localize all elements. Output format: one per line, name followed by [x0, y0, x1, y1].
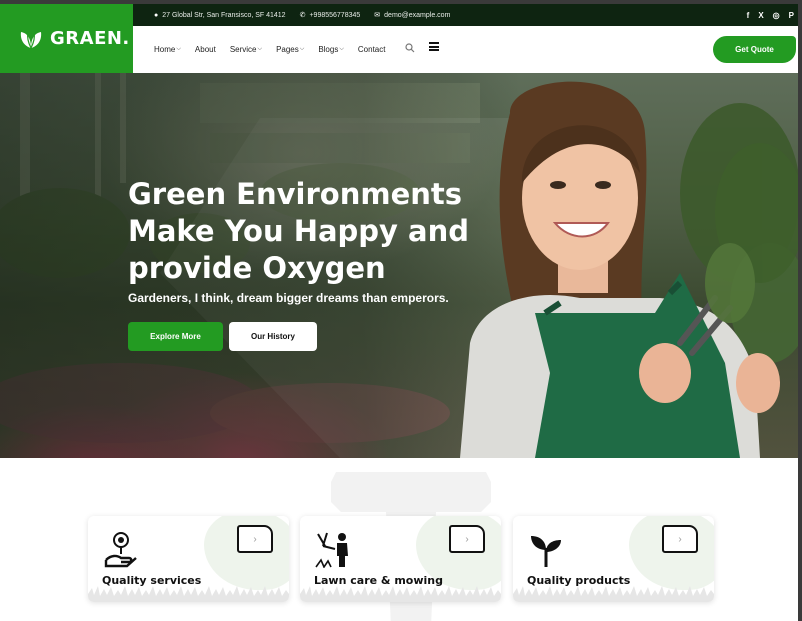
arrow-right-button[interactable]: › — [662, 525, 698, 553]
logo[interactable]: GRAEN. — [0, 4, 133, 73]
get-quote-button[interactable]: Get Quote — [713, 36, 796, 63]
email-item[interactable]: ✉ demo@example.com — [374, 11, 450, 20]
nav-item-service[interactable]: Service ⌵ — [230, 45, 262, 54]
hero-subtitle: Gardeners, I think, dream bigger dreams … — [128, 291, 449, 305]
gardener-woman-photo — [460, 81, 798, 458]
our-history-button[interactable]: Our History — [229, 322, 317, 351]
address-text: 27 Global Str, San Fransisco, SF 41412 — [162, 11, 286, 19]
hero-title: Green Environments Make You Happy and pr… — [128, 177, 470, 285]
chevron-down-icon: ⌵ — [257, 46, 263, 52]
mail-icon: ✉ — [374, 12, 381, 19]
gardener-icon — [315, 532, 348, 568]
arrow-right-button[interactable]: › — [449, 525, 485, 553]
nav-item-label: Pages — [276, 45, 299, 54]
chevron-down-icon: ⌵ — [339, 46, 344, 52]
email-text[interactable]: demo@example.com — [384, 12, 450, 19]
nav-item-pages[interactable]: Pages ⌵ — [276, 45, 304, 54]
main-nav: Home ⌵ About Service ⌵ Pages ⌵ Blogs ⌵ Conta… — [133, 26, 798, 73]
sprout-icon — [531, 536, 561, 567]
instagram-icon[interactable]: ◎ — [773, 11, 780, 20]
leaf-icon — [20, 31, 42, 48]
window-frame-right — [798, 0, 802, 621]
social-links: f X ◎ P — [747, 4, 794, 26]
nav-item-label: About — [194, 45, 216, 54]
grass-decoration — [300, 586, 501, 602]
facebook-icon[interactable]: f — [747, 11, 750, 20]
nav-item-blogs[interactable]: Blogs ⌵ — [318, 45, 344, 54]
pinterest-icon[interactable]: P — [789, 11, 794, 20]
nav-menu: Home ⌵ About Service ⌵ Pages ⌵ Blogs ⌵ Conta… — [154, 26, 399, 73]
chevron-down-icon: ⌵ — [176, 46, 181, 52]
nav-item-contact[interactable]: Contact — [358, 45, 386, 54]
nav-item-home[interactable]: Home ⌵ — [154, 45, 181, 54]
arrow-right-button[interactable]: › — [237, 525, 273, 553]
nav-item-label: Home — [154, 45, 176, 54]
explore-more-button[interactable]: Explore More — [128, 322, 223, 351]
search-icon[interactable] — [405, 43, 415, 53]
grass-decoration — [88, 586, 289, 602]
hero-section: Green Environments Make You Happy and pr… — [0, 73, 798, 458]
nav-item-label: Blogs — [318, 45, 339, 54]
service-card[interactable]: › Lawn care & mowing — [300, 516, 501, 602]
phone-item[interactable]: ✆ +998556778345 — [299, 11, 361, 20]
nav-item-label: Service — [229, 45, 257, 54]
x-twitter-icon[interactable]: X — [758, 11, 763, 20]
phone-icon: ✆ — [299, 12, 306, 19]
brand-name: GRAEN. — [50, 28, 130, 49]
hamburger-menu-icon[interactable] — [429, 42, 439, 51]
nav-item-about[interactable]: About — [195, 45, 216, 54]
hand-flower-icon — [104, 532, 137, 568]
phone-text[interactable]: +998556778345 — [309, 12, 360, 19]
services-section: › Quality services › Lawn care & mowing … — [0, 458, 798, 621]
service-card[interactable]: › Quality products — [513, 516, 714, 602]
service-card[interactable]: › Quality services — [88, 516, 289, 602]
nav-item-label: Contact — [357, 45, 386, 54]
map-pin-icon: ● — [154, 11, 159, 19]
top-info-bar: ● 27 Global Str, San Fransisco, SF 41412… — [133, 4, 798, 26]
chevron-down-icon: ⌵ — [299, 46, 305, 52]
grass-decoration — [513, 586, 714, 602]
address-item: ● 27 Global Str, San Fransisco, SF 41412 — [154, 12, 286, 19]
